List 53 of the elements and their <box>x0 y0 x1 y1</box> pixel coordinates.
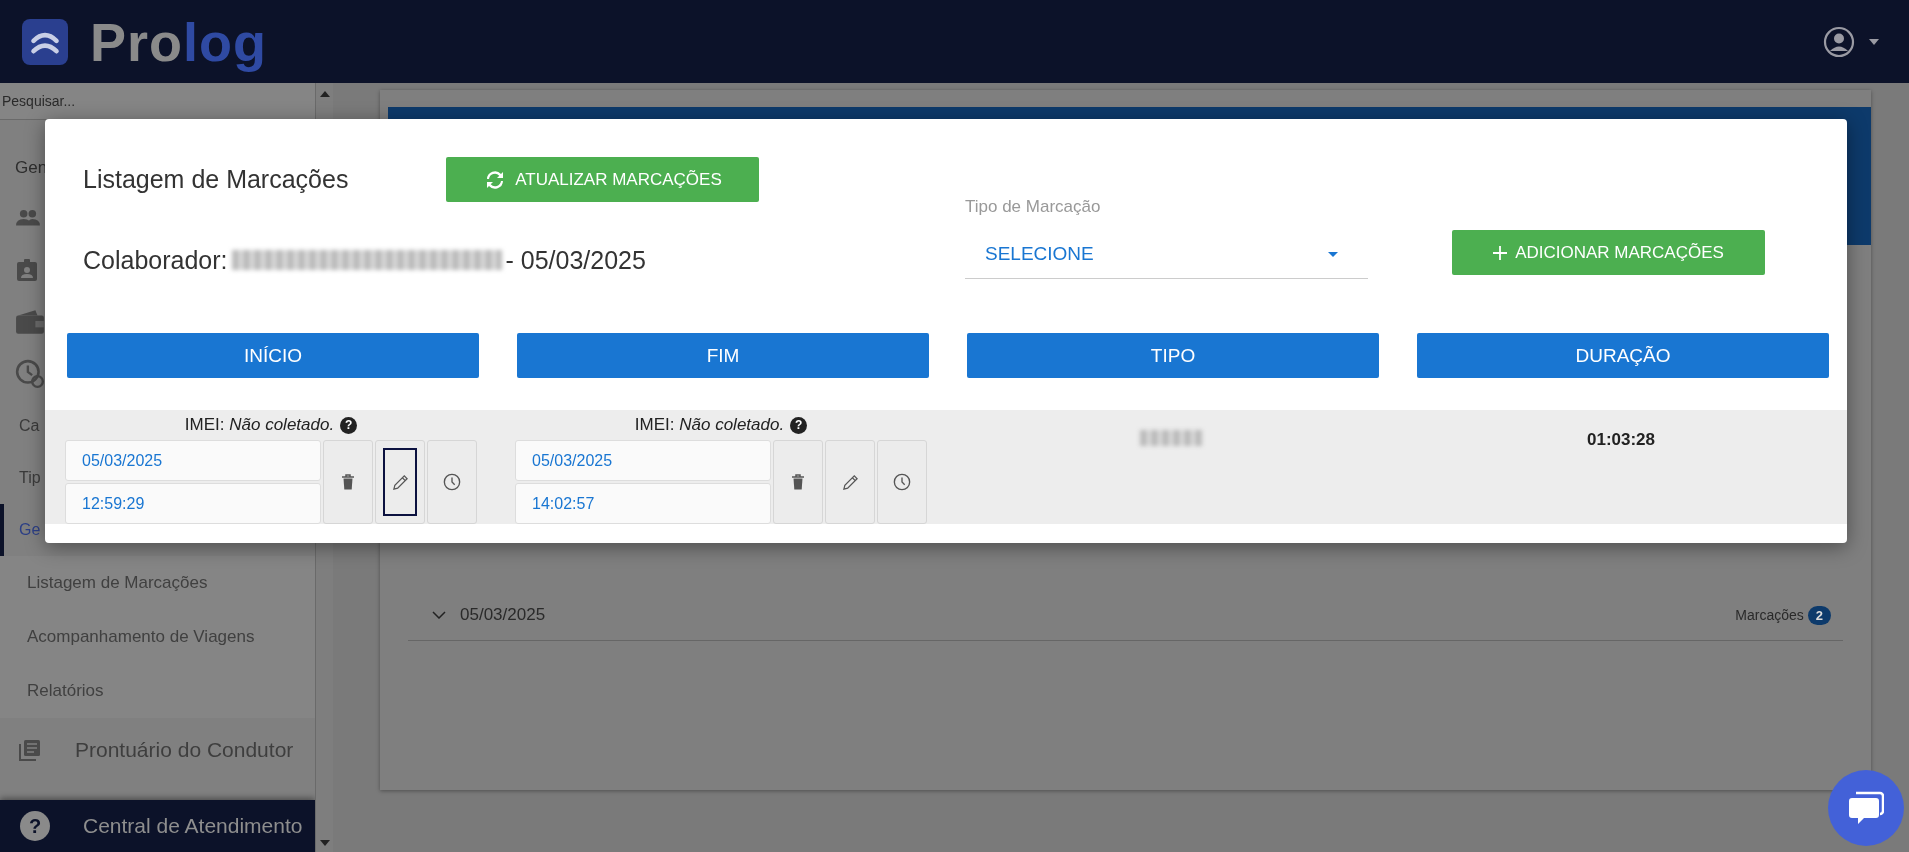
column-header: TIPO <box>967 333 1379 378</box>
accordion-title[interactable]: 05/03/2025 <box>460 605 1736 625</box>
pencil-icon <box>391 473 409 491</box>
sidebar-item[interactable]: Prontuário do Condutor <box>75 738 294 762</box>
logo-icon <box>22 18 68 65</box>
help-icon[interactable]: ? <box>340 416 358 434</box>
date-field[interactable]: 05/03/2025 <box>65 440 321 481</box>
collaborator-date: - 05/03/2025 <box>505 245 646 275</box>
plus-icon <box>1493 245 1508 260</box>
delete-button[interactable] <box>773 440 823 524</box>
date-field[interactable]: 05/03/2025 <box>515 440 771 481</box>
search-field[interactable]: Pesquisar... <box>0 83 315 120</box>
caret-icon <box>1328 251 1338 257</box>
help-icon: ? <box>20 811 50 841</box>
caret-icon[interactable] <box>1869 38 1879 45</box>
column-header: DURAÇÃO <box>1417 333 1829 378</box>
duration-text: 01:03:28 <box>1586 430 1656 451</box>
imei-text: IMEI: Não coletado. <box>634 415 785 435</box>
count-label: Marcações <box>1735 607 1804 623</box>
user-avatar-icon[interactable] <box>1823 25 1855 58</box>
id-badge-icon[interactable] <box>15 257 39 283</box>
chevron-down-icon[interactable] <box>432 611 446 619</box>
sidebar-subitem[interactable]: Relatórios <box>0 664 315 718</box>
type-dropdown[interactable]: SELECIONE <box>965 230 1368 279</box>
scroll-up-icon[interactable] <box>319 91 330 97</box>
modal-title: Listagem de Marcações <box>83 165 350 194</box>
clock-icon[interactable] <box>15 359 45 389</box>
time-field[interactable]: 14:02:57 <box>515 483 771 524</box>
help-icon[interactable]: ? <box>790 416 808 434</box>
sidebar-subitem[interactable]: Listagem de Marcações <box>0 556 315 610</box>
wallet-icon[interactable] <box>15 309 45 335</box>
delete-button[interactable] <box>323 440 373 524</box>
chat-bubble-icon <box>1848 791 1884 825</box>
column-header: FIM <box>517 333 929 378</box>
pencil-icon <box>841 473 859 491</box>
trash-icon <box>791 474 805 490</box>
clock-icon <box>443 473 461 491</box>
clock-icon <box>893 473 911 491</box>
sidebar-subitem[interactable]: Acompanhamento de Viagens <box>0 610 315 664</box>
edit-button[interactable] <box>375 440 425 524</box>
add-button[interactable]: ADICIONAR MARCAÇÕES <box>1452 230 1765 275</box>
scroll-down-icon[interactable] <box>319 840 330 846</box>
refresh-button[interactable]: ATUALIZAR MARCAÇÕES <box>446 157 759 202</box>
help-center-bar[interactable]: ? Central de Atendimento <box>0 800 315 852</box>
time-field[interactable]: 12:59:29 <box>65 483 321 524</box>
imei-text: IMEI: Não coletado. <box>184 415 335 435</box>
trash-icon <box>341 474 355 490</box>
count-badge: 2 <box>1807 605 1831 625</box>
redacted-text <box>1140 430 1202 446</box>
collaborator-label: Colaborador: <box>83 245 228 275</box>
field-label: Tipo de Marcação <box>965 197 1102 217</box>
column-header: INÍCIO <box>67 333 479 378</box>
document-list-icon <box>18 738 42 762</box>
